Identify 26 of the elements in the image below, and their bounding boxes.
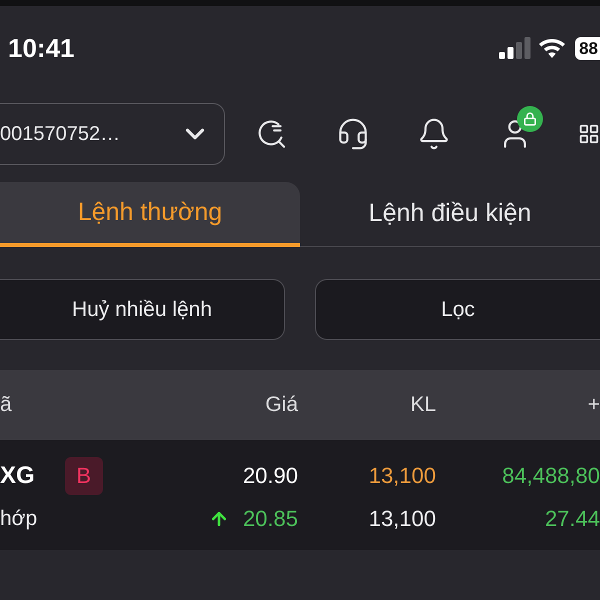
stock-symbol: XG xyxy=(0,460,35,490)
account-dropdown[interactable]: 001570752… xyxy=(0,103,225,165)
table-cell-text: 20.85 xyxy=(242,505,298,533)
wifi-icon xyxy=(539,38,566,58)
bell-icon[interactable] xyxy=(417,117,451,151)
status-time: 10:41 xyxy=(8,35,74,61)
order-tab[interactable]: Lệnh điều kiện xyxy=(300,182,600,247)
cancel-orders-button[interactable]: Huỷ nhiều lệnh xyxy=(0,279,285,340)
table-cell-text: 13,100 xyxy=(368,505,436,533)
order-tab[interactable]: Lệnh thường xyxy=(0,182,300,247)
table-cell-text: 84,488,80 xyxy=(502,462,600,490)
table-cell-text: 13,100 xyxy=(368,462,436,490)
order-row[interactable]: XG B 20.90 13,100 84,488,80 hớp 20.85 13,100 27.44 xyxy=(0,440,600,550)
battery-indicator: 88 xyxy=(575,36,600,60)
table-cell-text: 20.90 xyxy=(242,462,298,490)
buy-side-badge: B xyxy=(64,456,103,494)
lock-badge-icon xyxy=(517,106,543,132)
column-header: + xyxy=(588,392,600,418)
headset-icon[interactable] xyxy=(336,117,370,151)
column-header: KL xyxy=(410,392,436,418)
table-cell-text: hớp xyxy=(0,506,38,532)
table-cell-text: 27.44 xyxy=(544,505,600,533)
column-header: Giá xyxy=(265,392,298,418)
column-header: ã xyxy=(0,392,12,418)
signal-icon xyxy=(499,37,532,59)
filter-button[interactable]: Lọc xyxy=(315,279,600,340)
